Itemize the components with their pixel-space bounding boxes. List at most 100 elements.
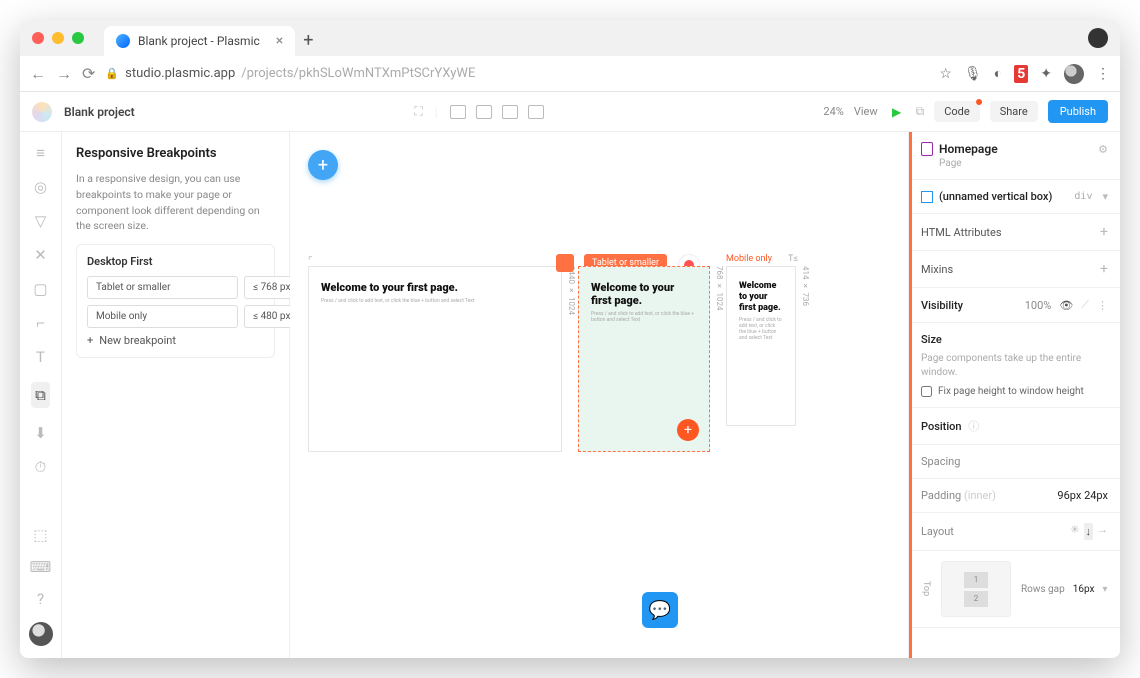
- expand-icon[interactable]: ⛶: [414, 104, 422, 119]
- artboard-tablet[interactable]: Tablet or smaller Welcome to your first …: [578, 266, 710, 452]
- profile-avatar[interactable]: [1064, 64, 1084, 84]
- tablet-view-icon[interactable]: [502, 105, 518, 119]
- project-name[interactable]: Blank project: [64, 105, 135, 119]
- user-avatar[interactable]: [29, 622, 53, 646]
- breakpoints-icon[interactable]: ⧉: [31, 382, 50, 408]
- incognito-icon: [1088, 28, 1108, 48]
- rows-gap-value[interactable]: 16px: [1073, 584, 1095, 595]
- page-subtext: Press / and click to add text, or click …: [321, 298, 549, 304]
- element-tag[interactable]: div: [1074, 191, 1092, 202]
- play-button[interactable]: ▶: [888, 103, 906, 121]
- history-icon[interactable]: ⏱: [35, 458, 47, 476]
- artboard-corner-icon[interactable]: ⌜: [308, 256, 313, 267]
- design-canvas[interactable]: + ⌜ Welcome to your first page. Press / …: [290, 132, 908, 658]
- layout-horizontal-icon[interactable]: →: [1097, 523, 1108, 540]
- keyboard-icon[interactable]: ⌨: [30, 558, 52, 576]
- browser-tab-strip: Blank project - Plasmic × +: [20, 20, 1120, 56]
- mic-icon[interactable]: 🎙: [964, 66, 982, 82]
- vbox-icon: [921, 191, 933, 203]
- add-inside-fab[interactable]: +: [677, 419, 699, 441]
- bp-name-input[interactable]: [87, 305, 238, 328]
- star-icon[interactable]: ☆: [939, 66, 952, 82]
- breakpoints-panel: Responsive Breakpoints In a responsive d…: [62, 132, 290, 658]
- section-label[interactable]: HTML Attributes: [921, 226, 1002, 239]
- split-view-icon[interactable]: [476, 105, 492, 119]
- artboard-dimension: 414 × 736: [801, 266, 810, 306]
- viewport-mode-icons[interactable]: [450, 105, 544, 119]
- share-button[interactable]: Share: [990, 101, 1038, 122]
- drop-icon[interactable]: ▽: [35, 212, 47, 230]
- layout-vertical-icon[interactable]: ↓: [1084, 523, 1094, 540]
- text-icon[interactable]: T: [36, 348, 45, 366]
- ext-badge-icon[interactable]: 5: [1014, 65, 1028, 83]
- kebab-icon[interactable]: ⋮: [1096, 66, 1110, 82]
- fix-height-checkbox[interactable]: Fix page height to window height: [921, 386, 1108, 397]
- bp-name-input[interactable]: [87, 276, 238, 299]
- zoom-window-icon[interactable]: [72, 32, 84, 44]
- figma-icon[interactable]: ⬚: [33, 526, 47, 544]
- mobile-view-icon[interactable]: [528, 105, 544, 119]
- reload-button[interactable]: ⟳: [82, 64, 95, 83]
- element-name[interactable]: (unnamed vertical box): [939, 190, 1052, 203]
- minimize-window-icon[interactable]: [52, 32, 64, 44]
- add-element-fab[interactable]: +: [308, 150, 338, 180]
- section-label[interactable]: Mixins: [921, 263, 953, 276]
- plus-icon[interactable]: +: [1100, 224, 1108, 240]
- close-window-icon[interactable]: [32, 32, 44, 44]
- view-menu[interactable]: View: [854, 105, 878, 118]
- eye-icon[interactable]: 👁: [1059, 299, 1073, 312]
- close-tab-icon[interactable]: ×: [276, 33, 283, 49]
- publish-button[interactable]: Publish: [1048, 100, 1108, 123]
- chat-button[interactable]: 💬: [642, 592, 678, 628]
- puzzle-icon[interactable]: ✦: [1040, 66, 1052, 82]
- code-button[interactable]: Code: [934, 101, 979, 122]
- section-label[interactable]: Layout: [921, 525, 954, 538]
- page-subtext: Press / and click to add text, or click …: [591, 311, 697, 323]
- chevron-down-icon[interactable]: ▾: [1102, 584, 1107, 595]
- brush-icon[interactable]: ⌐: [36, 314, 45, 332]
- hidden-icon[interactable]: ⟋: [1081, 298, 1089, 312]
- selection-handle-icon[interactable]: [556, 254, 574, 272]
- section-label[interactable]: Spacing: [921, 455, 960, 468]
- plasmic-logo-icon[interactable]: [32, 102, 52, 122]
- forward-button[interactable]: →: [56, 64, 72, 84]
- help-icon[interactable]: ?: [37, 590, 44, 608]
- accent-bar: [909, 132, 912, 658]
- section-label[interactable]: Position: [921, 420, 962, 433]
- artboard-desktop[interactable]: ⌜ Welcome to your first page. Press / an…: [308, 266, 562, 452]
- layout-preview[interactable]: 1 2: [941, 561, 1011, 617]
- padding-value[interactable]: 96px 24px: [1057, 489, 1108, 502]
- atoms-icon[interactable]: ✕: [34, 246, 47, 264]
- artboard-mobile[interactable]: Mobile only T≤ Welcome to your first pag…: [726, 266, 796, 452]
- desktop-view-icon[interactable]: [450, 105, 466, 119]
- panel-title: Responsive Breakpoints: [76, 146, 275, 161]
- info-icon[interactable]: ⓘ: [968, 420, 979, 433]
- page-name[interactable]: Homepage: [939, 142, 998, 156]
- checkbox-label: Fix page height to window height: [938, 386, 1084, 397]
- back-button[interactable]: ←: [30, 64, 46, 84]
- download-icon[interactable]: ⬇: [34, 424, 47, 442]
- new-tab-button[interactable]: +: [303, 30, 313, 51]
- plus-icon[interactable]: +: [1100, 261, 1108, 277]
- target-icon[interactable]: ◎: [34, 178, 47, 196]
- breakpoint-badge: Mobile only: [726, 254, 772, 264]
- section-label: Visibility: [921, 299, 963, 312]
- popout-icon[interactable]: ⧉: [916, 104, 925, 119]
- plasmic-ext-icon[interactable]: ◐: [994, 65, 1002, 82]
- mobile-indicator: T≤: [788, 254, 798, 264]
- zoom-level[interactable]: 24%: [823, 105, 843, 118]
- new-breakpoint-button[interactable]: + New breakpoint: [87, 334, 264, 347]
- gear-icon[interactable]: ⚙: [1098, 143, 1108, 156]
- chevron-down-icon[interactable]: ▾: [1102, 190, 1108, 203]
- kebab-icon[interactable]: ⋮: [1097, 299, 1108, 312]
- browser-tab[interactable]: Blank project - Plasmic ×: [104, 26, 295, 56]
- right-sidebar: Homepage ⚙ Page (unnamed vertical box) d…: [908, 132, 1120, 658]
- artboard-dimension: 1440 × 1024: [567, 266, 576, 315]
- visibility-value[interactable]: 100%: [1025, 299, 1052, 312]
- checkbox-input[interactable]: [921, 386, 932, 397]
- address-bar[interactable]: 🔒 studio.plasmic.app/projects/pkhSLoWmNT…: [105, 66, 929, 81]
- window-controls[interactable]: [32, 32, 84, 44]
- layout-free-icon[interactable]: ✳: [1070, 523, 1079, 540]
- image-icon[interactable]: ▢: [33, 280, 47, 298]
- outline-icon[interactable]: ≡: [36, 144, 45, 162]
